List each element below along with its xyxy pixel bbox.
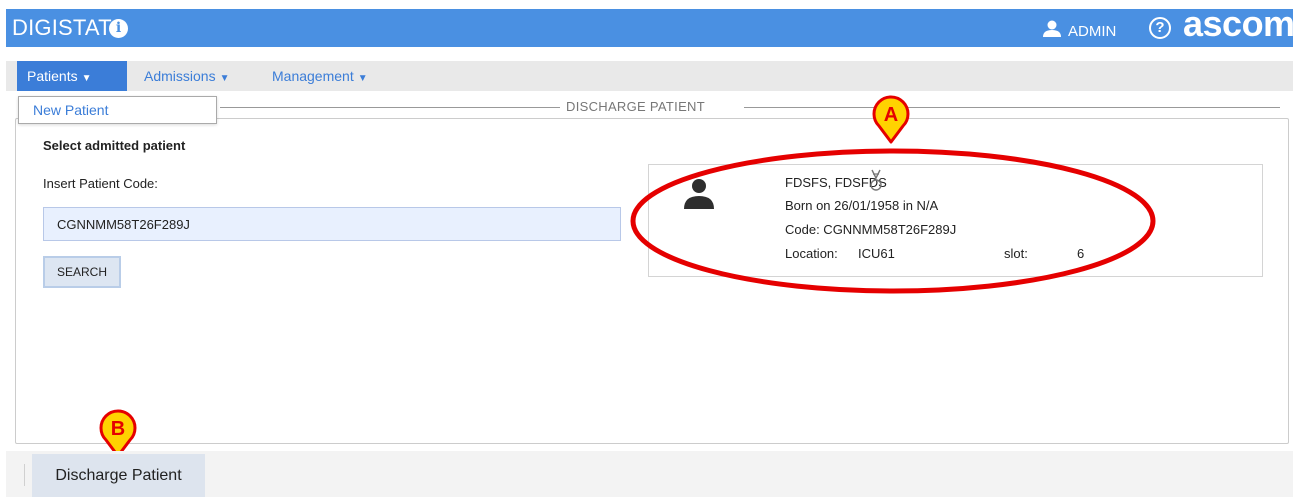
patient-birth: Born on 26/01/1958 in N/A <box>785 198 939 213</box>
section-divider-left <box>220 107 560 108</box>
menu-admissions[interactable]: Admissions ▼ <box>134 61 240 91</box>
patient-slot-label: slot: <box>1004 246 1028 261</box>
app-title: DIGISTAT <box>12 15 112 40</box>
caret-down-icon: ▼ <box>357 73 368 84</box>
main-menu: Patients ▼ Admissions ▼ Management ▼ <box>6 61 1293 91</box>
patient-code: Code: CGNNMM58T26F289J <box>785 222 957 237</box>
caret-down-icon: ▼ <box>81 73 92 84</box>
menu-admissions-label: Admissions <box>144 68 216 84</box>
menu-management-label: Management <box>272 68 354 84</box>
patient-location-value: ICU61 <box>858 246 895 261</box>
gender-icon <box>870 169 882 191</box>
select-patient-heading: Select admitted patient <box>43 138 186 153</box>
new-patient-item[interactable]: New Patient <box>19 97 216 123</box>
user-icon[interactable] <box>1042 20 1062 38</box>
patient-slot-value: 6 <box>1077 246 1085 261</box>
footer-separator <box>24 464 25 486</box>
info-icon[interactable]: i <box>109 19 128 38</box>
menu-management[interactable]: Management ▼ <box>262 61 378 91</box>
patients-dropdown: New Patient <box>18 96 217 124</box>
patient-code-input[interactable] <box>43 207 621 241</box>
user-name[interactable]: ADMIN <box>1068 23 1116 40</box>
brand-logo: ascom <box>1183 3 1293 44</box>
section-title: DISCHARGE PATIENT <box>566 99 705 114</box>
patient-card <box>648 164 1263 277</box>
patient-code-label: Insert Patient Code: <box>43 176 158 191</box>
patient-location-label: Location: <box>785 246 838 261</box>
discharge-patient-button[interactable]: Discharge Patient <box>32 454 205 497</box>
menu-patients-label: Patients <box>27 68 78 84</box>
caret-down-icon: ▼ <box>219 73 230 84</box>
menu-patients[interactable]: Patients ▼ <box>17 61 127 91</box>
search-button[interactable]: SEARCH <box>43 256 121 288</box>
section-divider-right <box>744 107 1280 108</box>
patient-avatar-icon <box>684 179 714 209</box>
app-header: DIGISTAT i ADMIN ? ascom <box>6 3 1293 47</box>
help-icon[interactable]: ? <box>1149 17 1171 39</box>
